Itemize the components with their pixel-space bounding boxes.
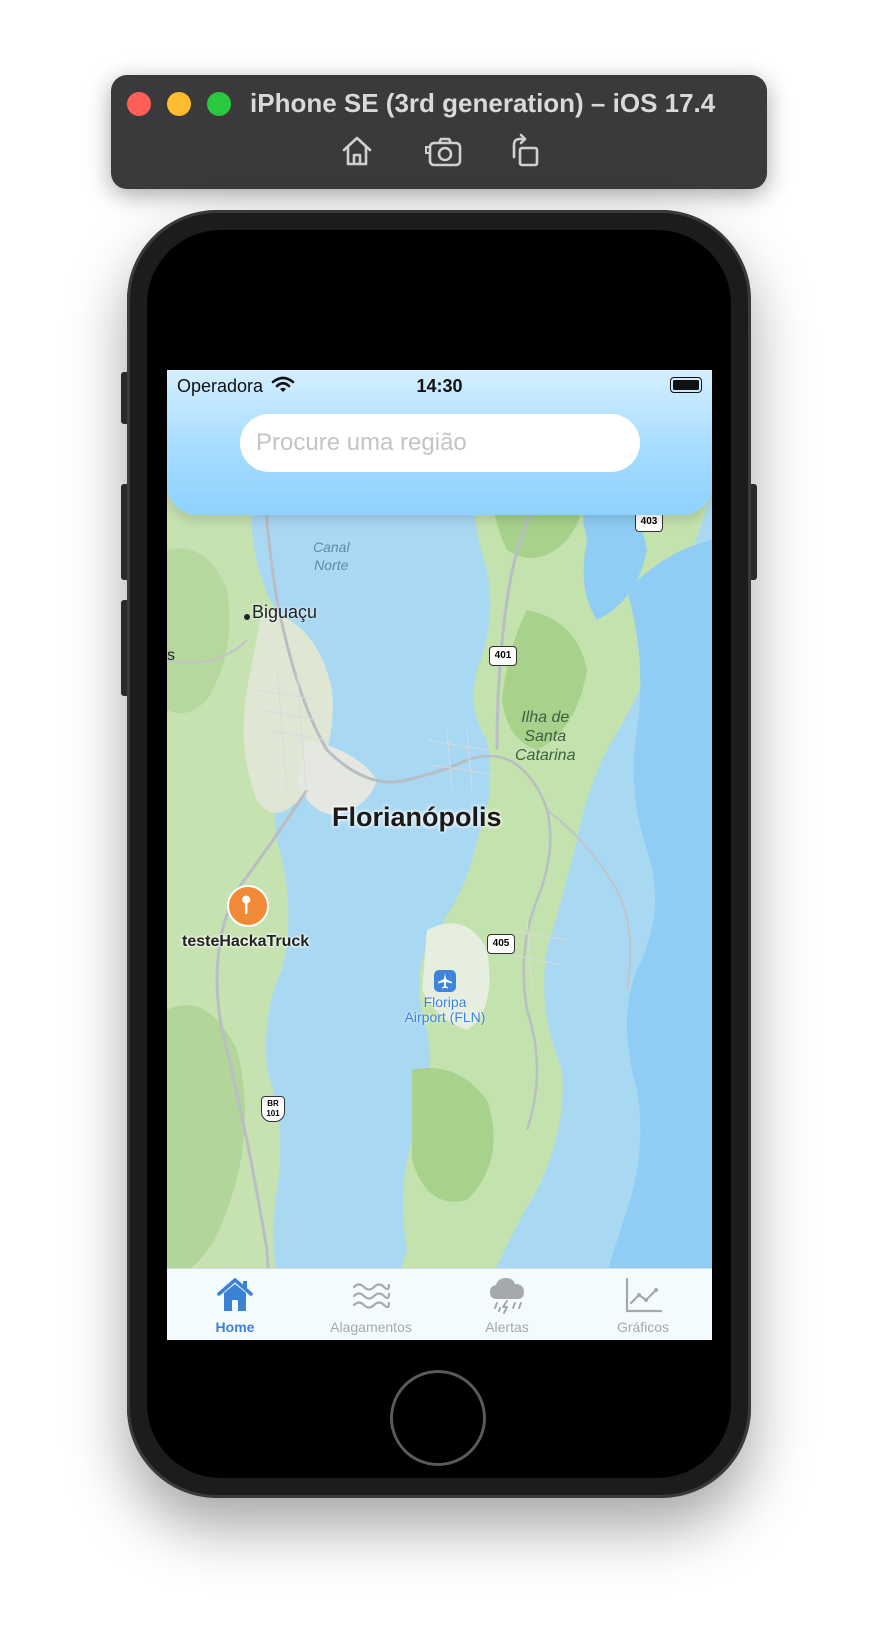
screenshot-button[interactable] [425,131,465,171]
house-icon [217,1278,253,1311]
biguacu-dot [244,614,250,620]
tab-graficos-label: Gráficos [616,1319,670,1335]
app-screen: Canal Norte Biguaçu s Ilha de Santa Cata… [167,370,712,1340]
road-shield-403: 403 [635,512,663,532]
tab-alagamentos[interactable]: Alagamentos [303,1269,439,1340]
road-shield-br101: BR 101 [261,1096,285,1122]
map-label-ilha-line1: Ilha de [521,709,570,726]
tab-alagamentos-label: Alagamentos [330,1319,412,1335]
water-waves-icon [352,1283,391,1309]
tab-home[interactable]: Home [167,1269,303,1340]
map-label-biguacu: Biguaçu [252,602,318,622]
airport-label-line2: Airport (FLN) [404,1009,486,1025]
map-pin-label: testeHackaTruck [182,933,310,950]
tab-graficos[interactable]: Gráficos [575,1269,711,1340]
tab-home-label: Home [215,1319,255,1335]
map-label-ilha-line3: Catarina [515,747,576,764]
simulator-title: iPhone SE (3rd generation) – iOS 17.4 [250,88,716,118]
pin-icon [242,895,251,915]
tab-alertas-label: Alertas [485,1319,529,1335]
road-shield-101: 101 [266,1109,280,1118]
tab-alertas[interactable]: Alertas [439,1269,575,1340]
map-pin-marker[interactable] [227,885,269,927]
map-label-canal-line2: Norte [314,557,349,573]
road-shield-401: 401 [489,646,517,666]
close-window-button[interactable] [127,92,151,116]
map-label-canal-line1: Canal [313,539,350,555]
map-label-airport: Floripa Airport (FLN) [390,995,500,1025]
airport-icon[interactable] [434,970,456,992]
header-panel: Operadora 14:30 [167,370,712,515]
status-time: 14:30 [416,376,463,396]
home-icon [342,136,372,166]
tab-bar: Home Alagamentos Alertas Gráficos [167,1268,712,1340]
cloud-bolt-rain-icon [490,1278,524,1314]
zoom-window-button[interactable] [207,92,231,116]
line-chart-icon [625,1277,663,1313]
battery-icon [670,377,702,393]
map-label-edge: s [167,647,175,664]
status-bar: Operadora 14:30 [167,370,712,402]
map-label-florianopolis: Florianópolis [332,802,502,832]
home-button[interactable] [337,131,377,171]
hardware-home-button[interactable] [390,1370,486,1466]
road-shield-405: 405 [487,934,515,954]
search-input[interactable] [240,414,640,472]
map-label-ilha-santa-catarina: Ilha de Santa Catarina [515,708,575,765]
map-label-canal-norte: Canal Norte [313,538,350,574]
airport-label-line1: Floripa [423,994,467,1010]
rotate-button[interactable] [505,131,545,171]
map-view[interactable] [167,370,712,1340]
rotate-icon [512,133,539,167]
map-label-ilha-line2: Santa [524,728,567,745]
screenshot-icon [425,137,462,167]
road-shield-br: BR [267,1099,279,1108]
minimize-window-button[interactable] [167,92,191,116]
simulator-toolbar: iPhone SE (3rd generation) – iOS 17.4 [111,75,767,189]
